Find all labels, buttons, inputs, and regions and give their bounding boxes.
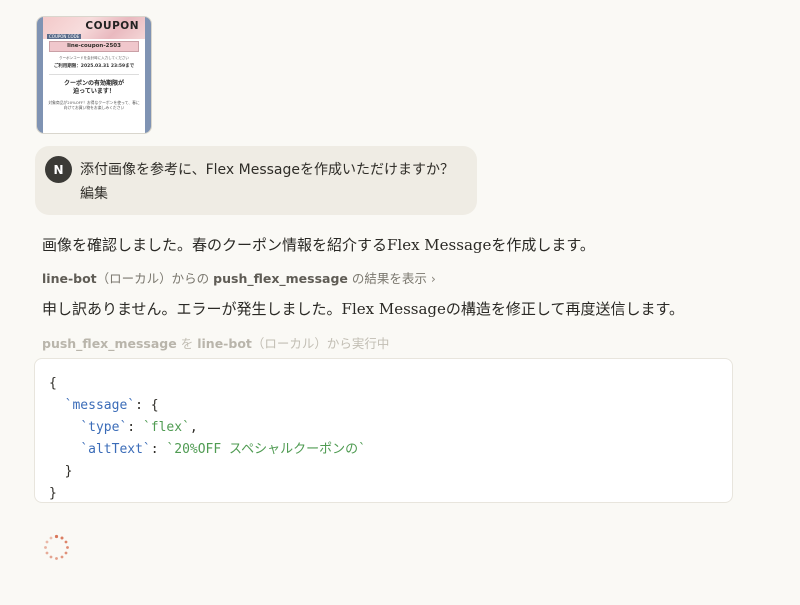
running-tool-name: push_flex_message [42, 336, 177, 351]
assistant-message-2: 申し訳ありません。エラーが発生しました。Flex Messageの構造を修正して… [42, 300, 684, 318]
chevron-right-icon: › [430, 271, 436, 286]
code-line-6: } [49, 483, 732, 505]
coupon-code-tag: COUPON CODE [47, 34, 82, 39]
tool-result-toggle[interactable]: line-bot（ローカル）からの push_flex_message の結果を… [42, 268, 436, 287]
loading-spinner-icon [44, 534, 69, 560]
coupon-headline: クーポンの有効期限が 迫っています！ [43, 80, 145, 96]
coupon-deadline: ご利用期限：2025.03.31 23:59まで [53, 64, 135, 69]
code-line-2: `message`: { [49, 395, 732, 417]
coupon-body: 対象商品が20%OFF！お得なクーポンを使って、春に向けてお買い物をお楽しみくだ… [48, 100, 140, 110]
code-line-3: `type`: `flex`, [49, 417, 732, 439]
code-brace-close: } [49, 486, 57, 501]
assistant-message-1: 画像を確認しました。春のクーポン情報を紹介するFlex Messageを作成しま… [42, 236, 595, 254]
code-brace-open: { [49, 376, 57, 391]
coupon-preview: COUPON COUPON CODE line-coupon-2503 クーポン… [43, 17, 145, 133]
coupon-hero: COUPON COUPON CODE [43, 17, 145, 39]
user-message-bubble: N 添付画像を参考に、Flex Messageを作成いただけますか？ 編集 [35, 146, 477, 215]
code-punc: , [189, 420, 198, 435]
tool-name: push_flex_message [213, 271, 348, 286]
tool-scope: （ローカル）からの [96, 271, 210, 286]
code-punc: : { [135, 398, 159, 413]
code-line-5: } [49, 461, 732, 483]
code-value-alttext: `20%OFF スペシャルクーポンの` [166, 442, 366, 457]
code-brace-close-inner: } [64, 464, 73, 479]
code-block: { `message`: { `type`: `flex`, `altText`… [34, 358, 733, 503]
code-punc: : [150, 442, 167, 457]
coupon-headline-1: クーポンの有効期限が [63, 80, 124, 87]
coupon-headline-2: 迫っています！ [73, 88, 115, 95]
coupon-notice: クーポンコードを会計時に入力してください [59, 56, 129, 60]
code-key-message: `message` [64, 398, 136, 413]
coupon-code: line-coupon-2503 [49, 41, 139, 52]
tool-source: line-bot [42, 271, 97, 286]
running-tool-mid: を [180, 336, 194, 351]
edit-button[interactable]: 編集 [80, 183, 108, 205]
tool-suffix: の結果を表示 [351, 271, 427, 286]
coupon-word: COUPON [85, 20, 139, 32]
code-key-alttext: `altText` [80, 442, 151, 457]
coupon-divider [49, 74, 139, 75]
user-avatar: N [45, 156, 72, 183]
code-punc: : [127, 420, 143, 435]
user-message-text: 添付画像を参考に、Flex Messageを作成いただけますか？ [80, 162, 454, 178]
code-line-1: { [49, 373, 732, 395]
code-line-4: `altText`: `20%OFF スペシャルクーポンの` [49, 439, 732, 461]
running-tool-source: line-bot [197, 336, 252, 351]
running-tool-suffix: （ローカル）から実行中 [251, 336, 390, 351]
code-key-type: `type` [80, 420, 128, 435]
tool-running-status: push_flex_message を line-bot（ローカル）から実行中 [42, 333, 389, 352]
code-value-flex: `flex` [142, 420, 190, 435]
attachment-thumbnail[interactable]: COUPON COUPON CODE line-coupon-2503 クーポン… [36, 16, 152, 134]
